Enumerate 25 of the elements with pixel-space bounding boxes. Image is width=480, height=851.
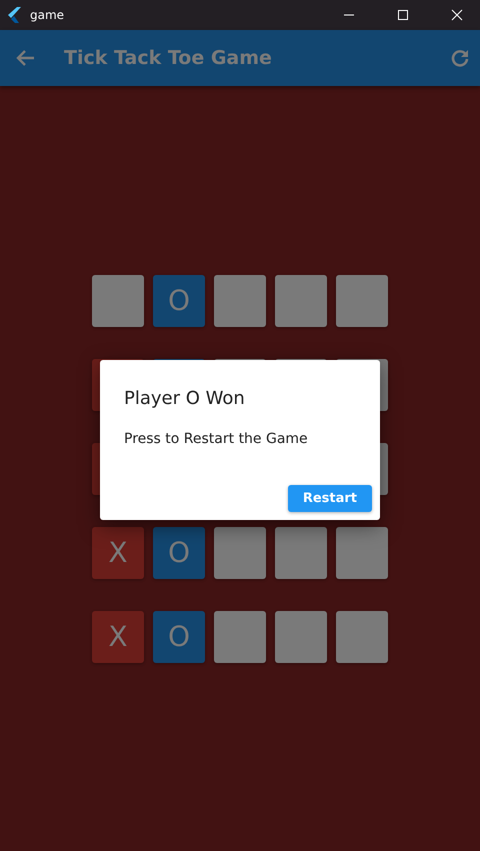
board-cell[interactable]: O <box>153 526 205 578</box>
board-cell[interactable] <box>214 526 266 578</box>
board-cell[interactable] <box>336 274 388 326</box>
board-cell[interactable]: X <box>92 526 144 578</box>
board-cell[interactable] <box>275 526 327 578</box>
dialog-title: Player O Won <box>124 388 246 409</box>
restart-button[interactable]: Restart <box>288 485 372 512</box>
dialog-message: Press to Restart the Game <box>124 431 309 447</box>
board-cell[interactable] <box>214 610 266 662</box>
refresh-icon[interactable] <box>450 48 470 68</box>
window-title: game <box>30 8 66 22</box>
board-cell[interactable] <box>275 610 327 662</box>
board-cell[interactable]: O <box>153 610 205 662</box>
app-title: Tick Tack Toe Game <box>64 47 273 69</box>
board-cell[interactable] <box>275 274 327 326</box>
board-cell[interactable] <box>92 274 144 326</box>
app-logo-icon <box>8 7 22 23</box>
board-cell[interactable]: X <box>92 610 144 662</box>
board-cell[interactable]: O <box>153 274 205 326</box>
board-cell[interactable] <box>336 610 388 662</box>
maximize-icon <box>397 9 409 21</box>
back-arrow-icon[interactable] <box>16 48 36 68</box>
board-cell[interactable] <box>214 274 266 326</box>
close-icon <box>451 9 463 21</box>
board-cell[interactable] <box>336 526 388 578</box>
